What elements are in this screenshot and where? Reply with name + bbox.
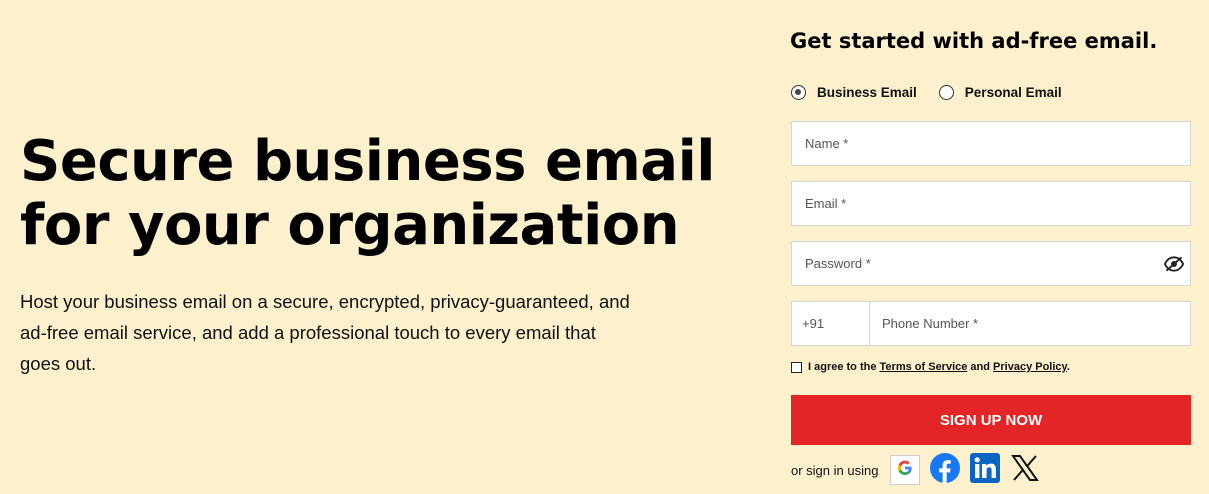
country-code-select[interactable]: +91	[792, 302, 870, 345]
hero-title-line1: Secure business email	[20, 129, 715, 194]
password-field[interactable]: Password *	[791, 241, 1191, 286]
linkedin-icon	[970, 452, 1001, 488]
google-signin-button[interactable]	[890, 455, 921, 485]
phone-number-input[interactable]: Phone Number *	[870, 302, 1190, 345]
privacy-policy-link[interactable]: Privacy Policy	[993, 361, 1067, 373]
terms-and: and	[967, 361, 994, 373]
personal-email-radio[interactable]	[938, 85, 954, 100]
phone-placeholder: Phone Number *	[882, 316, 979, 331]
social-signin: or sign in using	[791, 452, 1050, 488]
sign-up-button[interactable]: SIGN UP NOW	[791, 395, 1191, 445]
hero-description: Host your business email on a secure, en…	[20, 291, 630, 374]
name-placeholder: Name *	[805, 136, 849, 151]
signup-form: Get started with ad-free email. Business…	[790, 0, 1192, 494]
password-placeholder: Password *	[805, 256, 871, 271]
linkedin-signin-button[interactable]	[970, 452, 1001, 488]
social-signin-label: or sign in using	[791, 462, 879, 478]
account-type-radio-group: Business Email Personal Email	[791, 85, 1084, 100]
form-title: Get started with ad-free email.	[790, 29, 1158, 53]
google-icon	[897, 460, 913, 481]
personal-email-option[interactable]: Personal Email	[938, 85, 1062, 100]
email-placeholder: Email *	[805, 196, 847, 211]
business-email-label[interactable]: Business Email	[817, 85, 917, 100]
hero-title-line2: for your organization	[20, 193, 680, 258]
facebook-icon	[930, 452, 961, 488]
facebook-signin-button[interactable]	[930, 452, 961, 488]
phone-field: +91 Phone Number *	[791, 301, 1191, 346]
show-password-eye-icon[interactable]	[1163, 255, 1185, 273]
personal-email-label[interactable]: Personal Email	[965, 85, 1062, 100]
email-field[interactable]: Email *	[791, 181, 1191, 226]
terms-prefix: I agree to the	[808, 361, 880, 373]
country-code-value: +91	[802, 316, 825, 331]
business-email-radio[interactable]	[791, 85, 806, 100]
x-icon	[1011, 454, 1040, 487]
terms-text: I agree to the Terms of Service and Priv…	[808, 361, 1070, 373]
name-field[interactable]: Name *	[791, 121, 1191, 166]
hero-title: Secure business email for your organizat…	[20, 130, 720, 258]
terms-agreement: I agree to the Terms of Service and Priv…	[791, 361, 1070, 373]
terms-of-service-link[interactable]: Terms of Service	[880, 361, 968, 373]
x-signin-button[interactable]	[1010, 454, 1040, 487]
business-email-option[interactable]: Business Email	[791, 85, 917, 100]
terms-checkbox[interactable]	[791, 361, 802, 373]
terms-suffix: .	[1066, 361, 1070, 373]
